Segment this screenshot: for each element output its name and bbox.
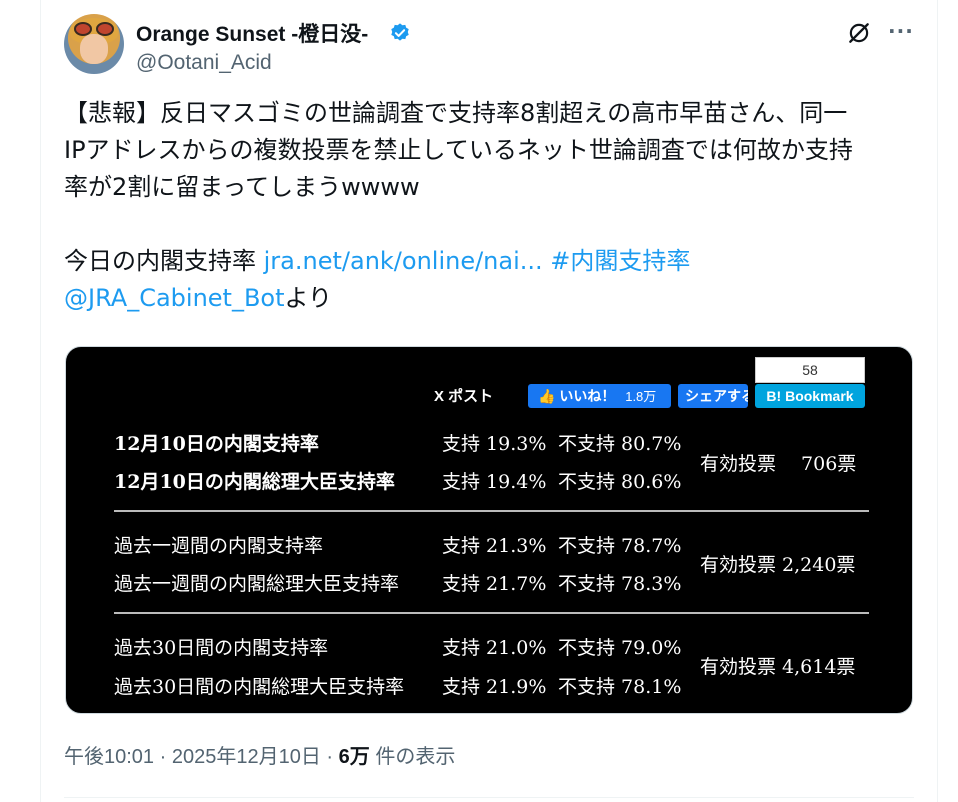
- x-post-button: X ポスト: [434, 388, 494, 405]
- poll-row-oppose: 不支持 78.1%: [558, 676, 682, 698]
- views-count: 6万: [338, 746, 370, 768]
- poll-votes: 有効投票 706票: [700, 453, 857, 475]
- poll-votes: 有効投票 2,240票: [700, 554, 856, 576]
- tweet-mention-suffix: より: [284, 284, 333, 312]
- tweet-line-3: 率が2割に留まってしまうwwww: [64, 173, 420, 201]
- poll-row-support: 支持 21.9%: [442, 676, 547, 698]
- poll-row-oppose: 不支持 79.0%: [558, 637, 682, 659]
- poll-row-support: 支持 21.0%: [442, 637, 547, 659]
- like-label: いいね！: [559, 388, 616, 404]
- poll-row-label: 12月10日の内閣総理大臣支持率: [114, 471, 395, 493]
- tweet-line-5: @JRA_Cabinet_Botより: [64, 280, 914, 317]
- poll-row-support: 支持 21.3%: [442, 535, 547, 557]
- poll-row-label: 過去一週間の内閣支持率: [114, 535, 324, 557]
- poll-row-support: 支持 21.7%: [442, 573, 547, 595]
- avatar-goggle-right: [96, 22, 114, 36]
- views-label: 件の表示: [375, 746, 456, 768]
- poll-row-oppose: 不支持 80.6%: [558, 471, 682, 493]
- author-handle[interactable]: @Ootani_Acid: [136, 51, 272, 75]
- poll-row-oppose: 不支持 80.7%: [558, 433, 682, 455]
- poll-votes: 有効投票 4,614票: [700, 656, 856, 678]
- like-count: 1.8万: [625, 389, 657, 404]
- tweet-line-1: 【悲報】反日マスゴミの世論調査で支持率8割超えの高市早苗さん、同一: [64, 99, 848, 127]
- avatar-face: [80, 34, 108, 64]
- share-button: シェアする: [678, 384, 748, 408]
- poll-row-label: 過去一週間の内閣総理大臣支持率: [114, 573, 400, 595]
- poll-row-support: 支持 19.4%: [442, 471, 547, 493]
- poll-row-label: 12月10日の内閣支持率: [114, 433, 319, 455]
- poll-row-oppose: 不支持 78.3%: [558, 573, 682, 595]
- bookmark-count: 58: [755, 357, 865, 383]
- tweet-hashtag[interactable]: #内閣支持率: [550, 247, 690, 275]
- poll-row-label: 過去30日間の内閣総理大臣支持率: [114, 676, 405, 698]
- tweet-line-2: IPアドレスからの複数投票を禁止しているネット世論調査では何故か支持: [64, 136, 853, 164]
- meta-separator: ·: [326, 746, 334, 768]
- section-divider: [114, 510, 869, 512]
- poll-row-label: 過去30日間の内閣支持率: [114, 637, 329, 659]
- more-options-icon[interactable]: ···: [888, 21, 914, 41]
- meta-divider: [64, 797, 914, 798]
- tweet-link[interactable]: jra.net/ank/online/nai...: [264, 247, 543, 275]
- author-display-name[interactable]: Orange Sunset -橙日没-: [136, 18, 368, 48]
- poll-row-support: 支持 19.3%: [442, 433, 547, 455]
- tweet-line-4-prefix: 今日の内閣支持率: [64, 247, 264, 275]
- meta-separator: ·: [159, 746, 167, 768]
- avatar-goggle-left: [74, 22, 92, 36]
- verified-badge-icon: [391, 23, 409, 41]
- poll-row-oppose: 不支持 78.7%: [558, 535, 682, 557]
- tweet-date[interactable]: 2025年12月10日: [172, 746, 321, 768]
- tweet-image-card[interactable]: X ポスト 👍 いいね！ 1.8万 シェアする 58 B! Bookmark 1…: [65, 346, 913, 714]
- grok-icon[interactable]: [846, 20, 872, 46]
- tweet-time[interactable]: 午後10:01: [64, 746, 154, 768]
- tweet-blank-line: [64, 206, 914, 243]
- tweet-line-4: 今日の内閣支持率 jra.net/ank/online/nai... #内閣支持…: [64, 243, 914, 280]
- tweet-meta: 午後10:01 · 2025年12月10日 · 6万 件の表示: [64, 740, 455, 769]
- thumbs-up-icon: 👍: [538, 388, 556, 404]
- section-divider: [114, 612, 869, 614]
- author-avatar[interactable]: [64, 14, 124, 74]
- hatena-bookmark-button: B! Bookmark: [755, 384, 865, 408]
- facebook-like-button: 👍 いいね！ 1.8万: [528, 384, 671, 408]
- tweet-mention[interactable]: @JRA_Cabinet_Bot: [64, 284, 285, 312]
- tweet-text: 【悲報】反日マスゴミの世論調査で支持率8割超えの高市早苗さん、同一 IPアドレス…: [64, 95, 914, 317]
